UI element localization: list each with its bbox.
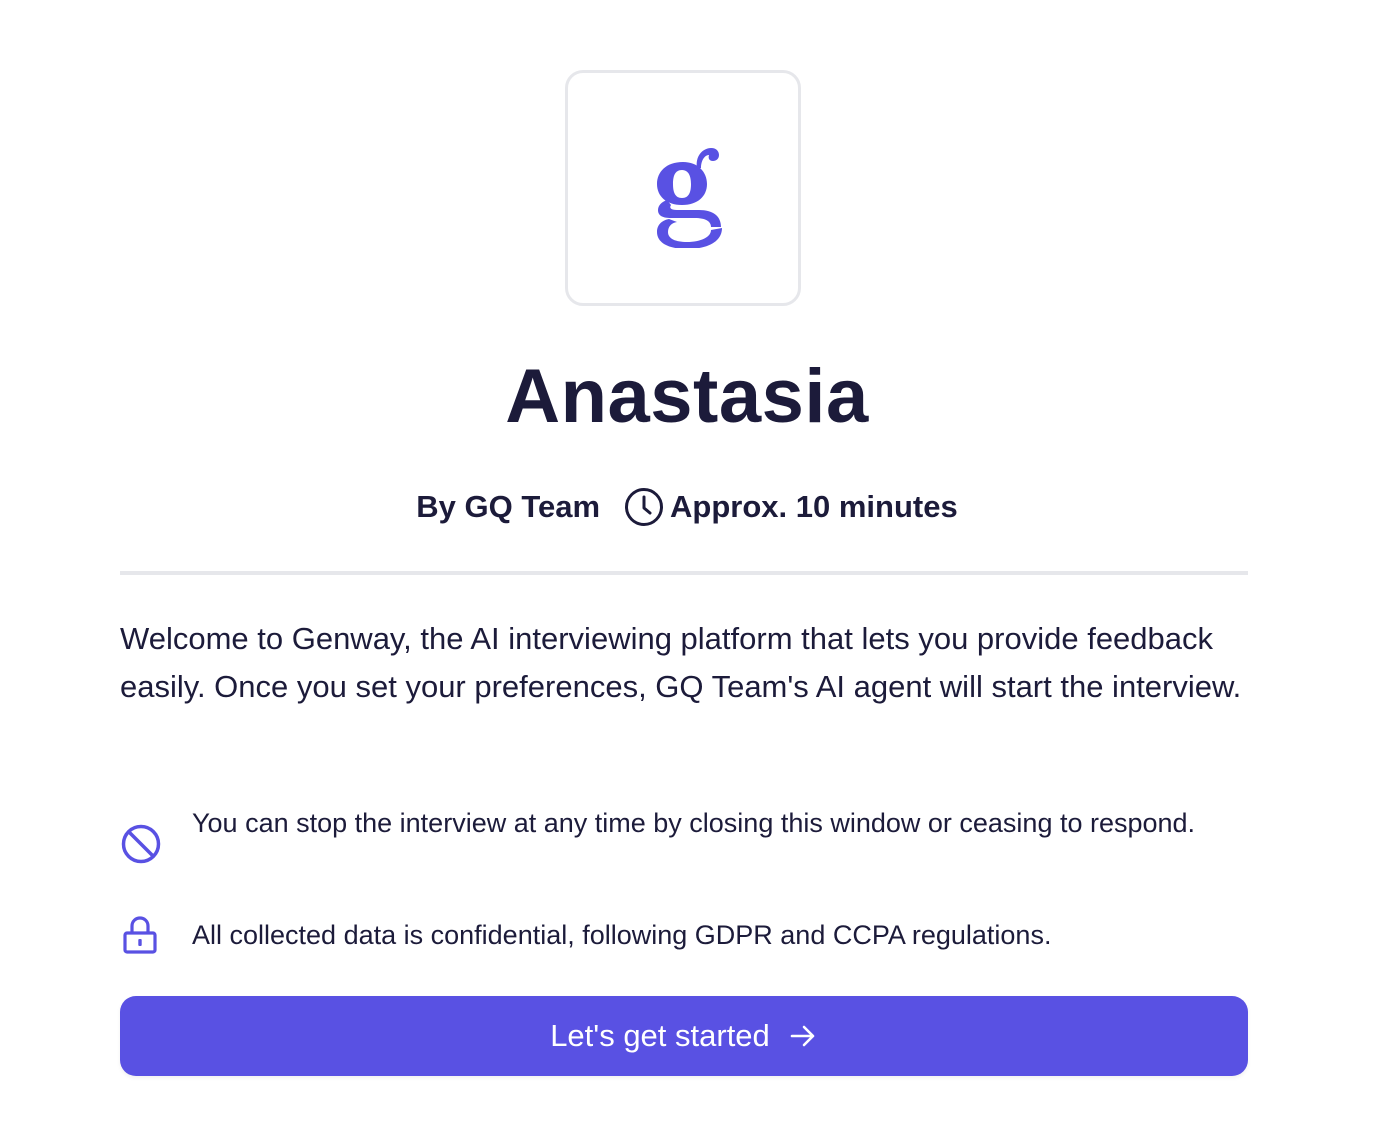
author-label: By GQ Team (416, 489, 601, 524)
notice-text: All collected data is confidential, foll… (192, 920, 1052, 950)
genway-g-logo-icon (657, 148, 722, 248)
arrow-right-icon (788, 1021, 818, 1051)
survey-meta: By GQ Team Approx. 10 minutes (0, 486, 1374, 528)
duration-label: Approx. 10 minutes (670, 489, 958, 524)
intro-text: Welcome to Genway, the AI interviewing p… (120, 621, 1242, 704)
page-title: Anastasia (505, 354, 869, 439)
welcome-page: Anastasia By GQ Team Approx. 10 minutes … (0, 0, 1374, 1148)
get-started-label: Let's get started (550, 1018, 770, 1053)
divider (120, 571, 1248, 575)
clock-icon (624, 487, 664, 527)
prohibited-icon (120, 801, 192, 865)
lock-icon (120, 913, 192, 955)
notice-confidential: All collected data is confidential, foll… (120, 913, 1248, 957)
notice-text: You can stop the interview at any time b… (192, 808, 1196, 838)
logo-card (565, 70, 801, 306)
get-started-button[interactable]: Let's get started (120, 996, 1248, 1076)
notice-stop-anytime: You can stop the interview at any time b… (120, 801, 1248, 865)
